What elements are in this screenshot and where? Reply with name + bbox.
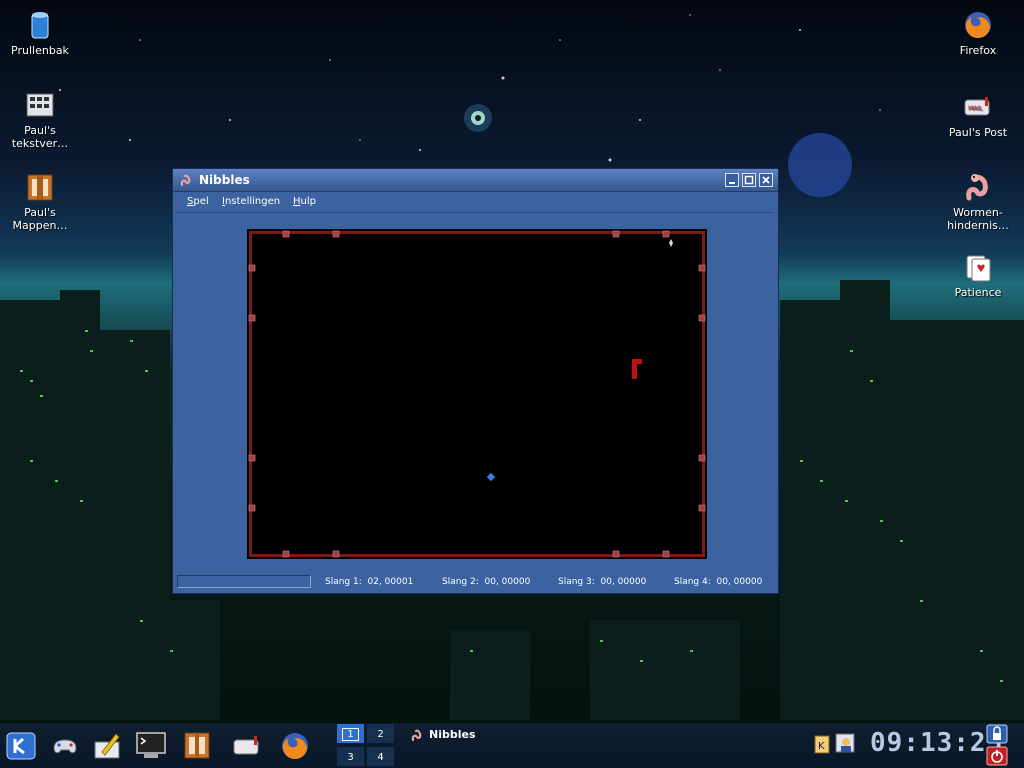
desktop-icon-label: Patience — [954, 286, 1002, 299]
window-titlebar[interactable]: Nibbles — [173, 169, 778, 192]
menubar: Spel Instellingen Hulp — [177, 192, 774, 213]
firefox-icon — [965, 12, 991, 39]
desktop-pager: 1 2 3 4 — [336, 723, 396, 768]
desktop-icon-worm-game[interactable]: Wormen- hindernis… — [938, 170, 1018, 232]
desktop-icon-patience[interactable]: Patience — [938, 250, 1018, 299]
close-icon — [762, 176, 770, 184]
pager-desktop-2[interactable]: 2 — [366, 723, 395, 744]
desktop-icon-trash[interactable]: Prullenbak — [0, 8, 80, 57]
desktop-icon-label: Prullenbak — [11, 44, 69, 57]
maximize-icon — [744, 175, 754, 185]
desktop-icon-label: Firefox — [959, 44, 997, 57]
score-snake-2: Slang 2: 00, 00000 — [442, 577, 531, 587]
menu-instellingen[interactable]: Instellingen — [222, 196, 280, 207]
cards-icon — [966, 255, 991, 282]
editor-icon[interactable] — [90, 728, 124, 762]
desktop-icon-label: Paul's Post — [948, 126, 1008, 139]
score-snake-4: Slang 4: 00, 00000 — [674, 577, 763, 587]
close-button[interactable] — [759, 173, 773, 187]
mail-icon: MAIL — [964, 97, 990, 116]
taskbar-task-nibbles[interactable]: Nibbles — [404, 726, 564, 744]
book-icon[interactable] — [180, 728, 214, 762]
status-message — [177, 575, 311, 588]
menu-hulp[interactable]: Hulp — [293, 196, 316, 207]
trash-icon — [31, 12, 49, 39]
menu-spel[interactable]: Spel — [187, 196, 209, 207]
nibbles-window[interactable]: Nibbles Spel Instellingen Hulp Slang 1: … — [172, 168, 779, 594]
task-label: Nibbles — [429, 728, 476, 741]
desktop-icon-label: Paul's tekstver… — [11, 124, 69, 150]
folder-icon — [27, 174, 53, 201]
lock-icon[interactable] — [986, 724, 1008, 744]
worm-icon — [966, 174, 988, 201]
terminal-icon[interactable] — [134, 728, 168, 762]
desktop-icon-label: Paul's Mappen… — [12, 206, 68, 232]
pager-desktop-4[interactable]: 4 — [366, 746, 395, 767]
game-playfield[interactable] — [247, 229, 707, 559]
firefox-icon[interactable] — [278, 728, 312, 762]
desktop-icon-firefox[interactable]: Firefox — [938, 8, 1018, 57]
desktop-icon-folder[interactable]: Paul's Mappen… — [0, 170, 80, 232]
user-switch-icon[interactable] — [834, 732, 856, 754]
minimize-icon — [729, 182, 735, 184]
pager-desktop-1[interactable]: 1 — [336, 723, 365, 744]
kde-menu-icon[interactable] — [4, 728, 38, 762]
maximize-button[interactable] — [742, 173, 756, 187]
desktop-icon-text-editor[interactable]: Paul's tekstver… — [0, 88, 80, 150]
minimize-button[interactable] — [725, 173, 739, 187]
mail-icon[interactable] — [230, 728, 264, 762]
desktop-icon-mail[interactable]: MAIL Paul's Post — [938, 90, 1018, 139]
score-snake-3: Slang 3: 00, 00000 — [558, 577, 647, 587]
text-editor-icon — [26, 93, 54, 117]
logout-icon[interactable] — [986, 746, 1008, 766]
statusbar: Slang 1: 02, 00001 Slang 2: 00, 00000 Sl… — [177, 573, 774, 591]
desktop-icon-label: Wormen- hindernis… — [947, 206, 1009, 232]
svg-text:MAIL: MAIL — [968, 105, 983, 112]
worm-icon — [411, 729, 422, 742]
clock[interactable]: 09:13:25 — [870, 728, 1003, 758]
worm-icon — [180, 174, 191, 187]
svg-text:K: K — [818, 741, 825, 752]
klipper-icon[interactable]: K — [812, 734, 832, 754]
gamepad-icon[interactable] — [48, 728, 82, 762]
pager-desktop-3[interactable]: 3 — [336, 746, 365, 767]
score-snake-1: Slang 1: 02, 00001 — [325, 577, 414, 587]
window-title: Nibbles — [199, 173, 250, 187]
